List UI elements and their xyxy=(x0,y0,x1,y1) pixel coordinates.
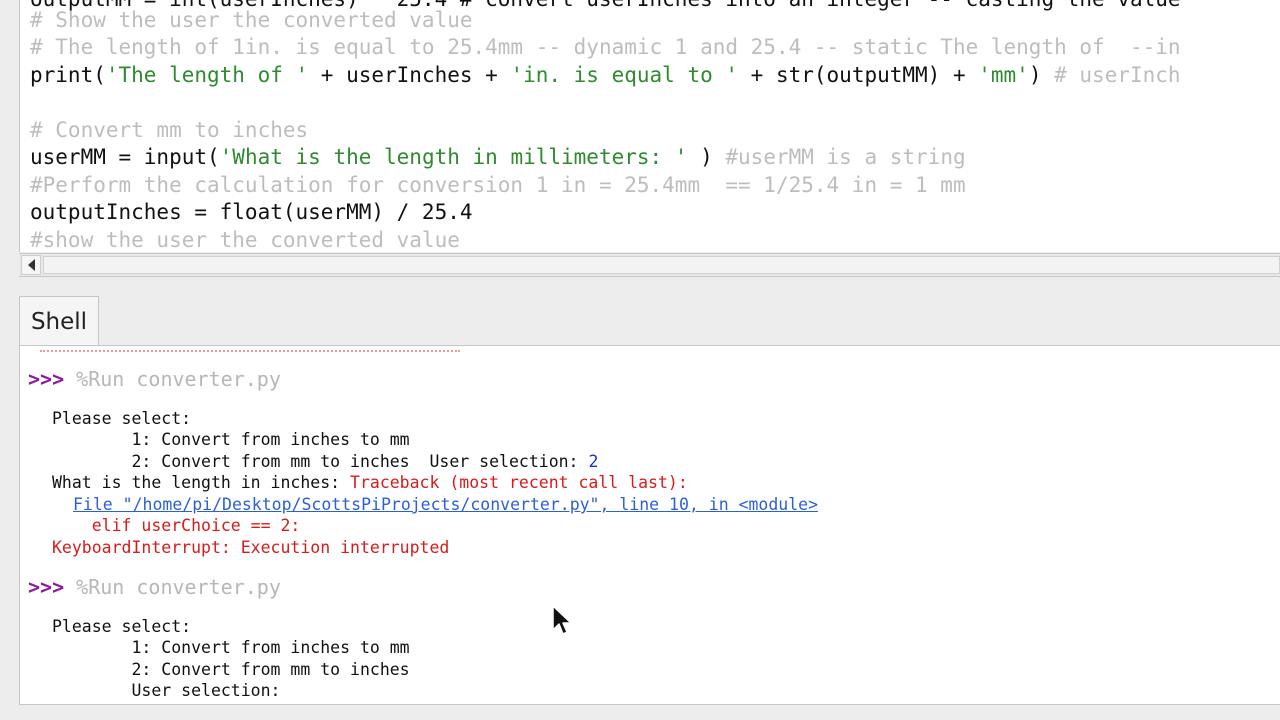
output-line: Please select: xyxy=(52,617,192,636)
code-comment: #Perform the calculation for conversion … xyxy=(30,173,966,197)
run-command: %Run converter.py xyxy=(76,575,281,599)
traceback-file-link[interactable]: File "/home/pi/Desktop/ScottsPiProjects/… xyxy=(73,494,818,515)
prompt-symbol: >>> xyxy=(28,367,65,391)
code-text: outputInches = float(userMM) / 25.4 xyxy=(30,200,473,224)
output-line: 2: Convert from mm to inches xyxy=(52,660,410,679)
code-line-print: print('The length of ' + userInches + 'i… xyxy=(30,62,1181,89)
output-text: What is the length in inches: xyxy=(52,473,351,492)
output-line: Please select: xyxy=(52,409,192,428)
code-token: ) xyxy=(1028,63,1055,87)
code-comment: # The length of 1in. is equal to 25.4mm … xyxy=(30,35,1181,59)
code-comment: # userInch xyxy=(1054,63,1181,87)
traceback-header: Traceback (most recent call last): xyxy=(350,473,688,492)
code-token: + userInches + xyxy=(308,63,511,87)
output-line: What is the length in inches: Traceback … xyxy=(52,472,688,493)
code-string: 'in. is equal to ' xyxy=(510,63,739,87)
scroll-left-arrow-icon[interactable] xyxy=(21,255,41,275)
error-message: KeyboardInterrupt: Execution interrupted xyxy=(52,538,450,557)
output-text: 2: Convert from mm to inches User select… xyxy=(52,452,589,471)
user-input-value: 2 xyxy=(588,452,599,471)
prompt-symbol: >>> xyxy=(28,575,65,599)
code-string: 'mm' xyxy=(978,63,1029,87)
mouse-pointer-icon xyxy=(552,605,572,635)
scrollbar-track[interactable] xyxy=(43,256,1280,274)
code-comment: #show the user the converted value xyxy=(30,228,460,252)
output-line: 2: Convert from mm to inches User select… xyxy=(52,451,598,472)
input-prompt-line[interactable]: User selection: xyxy=(52,680,280,701)
code-comment-line: # Convert mm to inches xyxy=(30,117,308,144)
traceback-code-line: elif userChoice == 2: xyxy=(52,516,301,535)
tab-shell-label: Shell xyxy=(30,308,88,335)
horizontal-scrollbar[interactable] xyxy=(19,253,1280,277)
code-token: + str(outputMM) + xyxy=(738,63,979,87)
output-line: 1: Convert from inches to mm xyxy=(52,430,410,449)
code-token: ) xyxy=(687,145,726,169)
code-string: 'What is the length in millimeters: ' xyxy=(219,145,688,169)
shell-prompt-line: >>> %Run converter.py xyxy=(28,366,281,392)
code-comment: #userMM is a string xyxy=(725,145,966,169)
code-comment-line: #show the user the converted value xyxy=(30,227,460,252)
code-comment-line: # The length of 1in. is equal to 25.4mm … xyxy=(30,34,1181,61)
code-comment: # Show the user the converted value xyxy=(30,8,473,32)
code-string: 'The length of ' xyxy=(105,63,309,87)
run-command: %Run converter.py xyxy=(76,367,281,391)
code-line: outputInches = float(userMM) / 25.4 xyxy=(30,199,473,226)
code-comment-line: #Perform the calculation for conversion … xyxy=(30,172,966,199)
shell-prompt-line: >>> %Run converter.py xyxy=(28,574,281,600)
code-comment: # Convert mm to inches xyxy=(30,118,309,142)
code-editor[interactable]: outputMM = int(userInches) * 25.4 # conv… xyxy=(19,0,1280,252)
code-comment-line: # Show the user the converted value xyxy=(30,7,473,34)
code-token: userMM = input( xyxy=(30,145,220,169)
code-token: print( xyxy=(30,63,106,87)
tab-shell[interactable]: Shell xyxy=(19,296,99,346)
clipped-previous-output xyxy=(40,346,460,352)
shell-console[interactable]: >>> %Run converter.py Please select: 1: … xyxy=(19,345,1280,705)
output-line: 1: Convert from inches to mm xyxy=(52,638,410,657)
code-line-input: userMM = input('What is the length in mi… xyxy=(30,144,966,171)
